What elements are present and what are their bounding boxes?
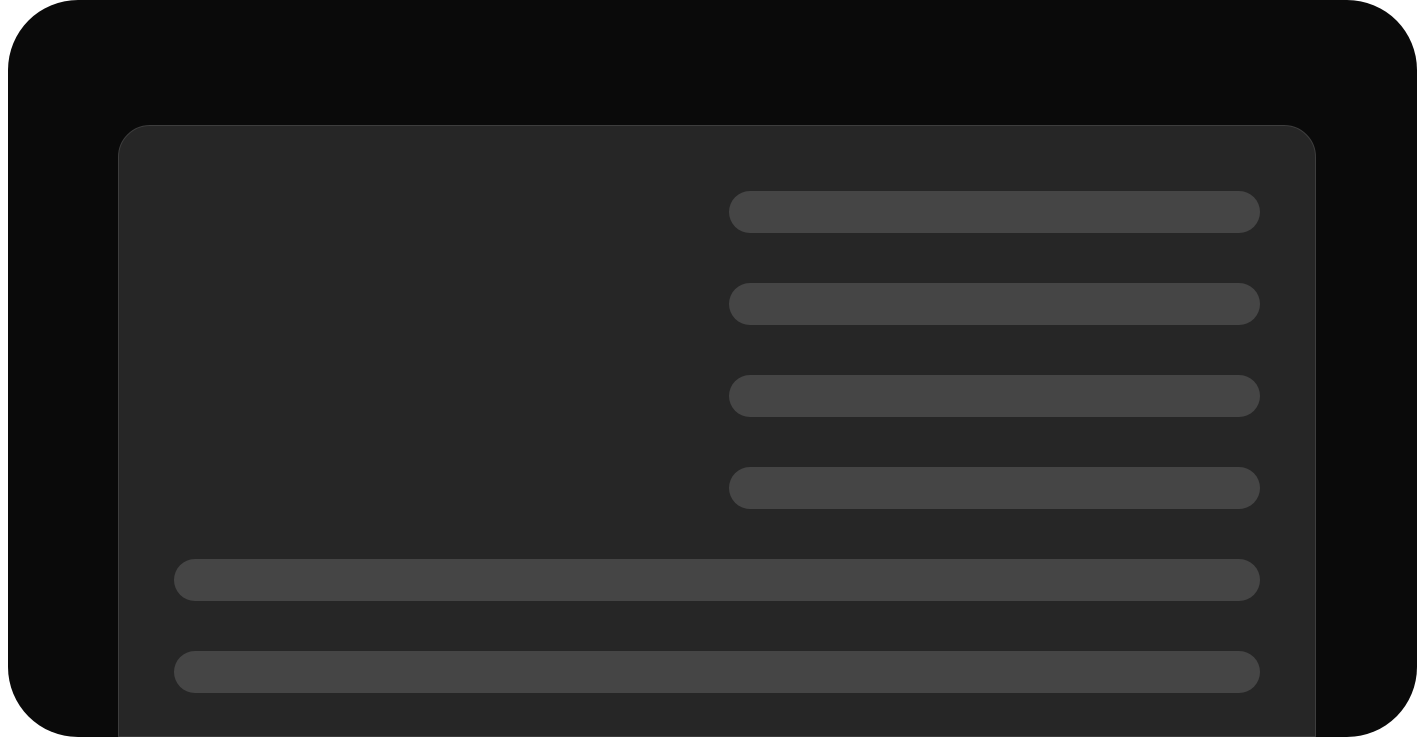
skeleton-line	[729, 467, 1260, 509]
skeleton-line	[729, 283, 1260, 325]
skeleton-content	[174, 191, 1260, 693]
skeleton-line	[729, 191, 1260, 233]
skeleton-line	[729, 375, 1260, 417]
skeleton-top-section	[174, 191, 1260, 509]
skeleton-line	[174, 651, 1260, 693]
app-background	[8, 0, 1417, 737]
loading-card	[118, 125, 1316, 737]
skeleton-full-section	[174, 559, 1260, 693]
skeleton-right-column	[729, 191, 1260, 509]
skeleton-line	[174, 559, 1260, 601]
image-placeholder-area	[174, 191, 729, 509]
